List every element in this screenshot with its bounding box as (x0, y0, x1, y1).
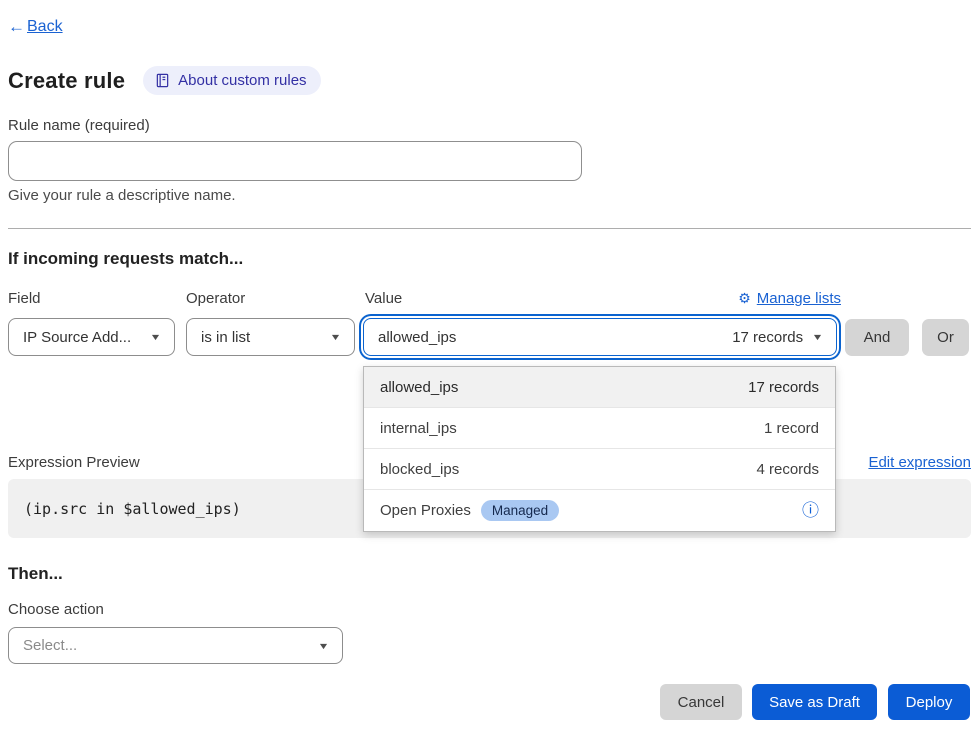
list-option-internal-ips[interactable]: internal_ips 1 record (364, 408, 835, 449)
title-row: Create rule About custom rules (8, 66, 321, 95)
operator-select-value: is in list (201, 329, 250, 346)
value-label: Value (365, 290, 402, 307)
rule-name-helper: Give your rule a descriptive name. (8, 187, 236, 204)
or-button[interactable]: Or (922, 319, 969, 356)
back-link-label: Back (27, 18, 63, 36)
action-select[interactable]: Select... ▼ (8, 627, 343, 664)
create-rule-page: ←Back Create rule About custom rules Rul… (0, 0, 979, 739)
then-section-heading: Then... (8, 564, 63, 584)
rule-name-label: Rule name (required) (8, 117, 150, 134)
chevron-down-icon: ▼ (318, 641, 330, 651)
section-divider (8, 228, 971, 229)
save-as-draft-button[interactable]: Save as Draft (752, 684, 877, 720)
list-option-open-proxies[interactable]: Open Proxies Managed ⓘ (364, 490, 835, 531)
deploy-button[interactable]: Deploy (888, 684, 970, 720)
field-select-value: IP Source Add... (23, 329, 131, 346)
value-select-meta: 17 records (732, 329, 803, 346)
list-option-meta: 1 record (764, 420, 819, 437)
list-option-name: blocked_ips (380, 461, 459, 478)
list-option-blocked-ips[interactable]: blocked_ips 4 records (364, 449, 835, 490)
field-select[interactable]: IP Source Add... ▼ (8, 318, 175, 356)
manage-lists-label: Manage lists (757, 290, 841, 307)
chevron-down-icon: ▼ (812, 332, 824, 342)
expression-preview-label: Expression Preview (8, 454, 140, 471)
list-option-name: allowed_ips (380, 379, 458, 396)
choose-action-label: Choose action (8, 601, 104, 618)
list-option-name: Open Proxies (380, 502, 471, 519)
gear-icon: ⚙ (738, 290, 751, 307)
operator-select[interactable]: is in list ▼ (186, 318, 355, 356)
chevron-down-icon: ▼ (150, 332, 162, 342)
and-button[interactable]: And (845, 319, 909, 356)
edit-expression-link[interactable]: Edit expression (868, 454, 971, 471)
about-custom-rules-link[interactable]: About custom rules (143, 66, 320, 95)
list-option-allowed-ips[interactable]: allowed_ips 17 records (364, 367, 835, 408)
list-option-meta: 17 records (748, 379, 819, 396)
action-select-placeholder: Select... (23, 637, 77, 654)
about-badge-label: About custom rules (178, 72, 306, 89)
back-arrow-icon: ← (8, 17, 25, 37)
manage-lists-link[interactable]: ⚙ Manage lists (738, 290, 841, 307)
field-label: Field (8, 290, 41, 307)
list-option-meta: 4 records (756, 461, 819, 478)
value-select-name: allowed_ips (378, 329, 456, 346)
book-icon (155, 73, 170, 88)
expression-code: (ip.src in $allowed_ips) (24, 500, 241, 518)
info-icon[interactable]: ⓘ (802, 502, 819, 519)
match-section-heading: If incoming requests match... (8, 249, 243, 269)
cancel-button[interactable]: Cancel (660, 684, 742, 720)
chevron-down-icon: ▼ (330, 332, 342, 342)
back-link[interactable]: ←Back (8, 17, 63, 37)
list-option-name: internal_ips (380, 420, 457, 437)
operator-label: Operator (186, 290, 245, 307)
page-title: Create rule (8, 68, 125, 94)
managed-badge: Managed (481, 500, 559, 521)
value-select[interactable]: allowed_ips 17 records ▼ (363, 318, 837, 356)
rule-name-input[interactable] (8, 141, 582, 181)
list-dropdown-panel: allowed_ips 17 records internal_ips 1 re… (363, 366, 836, 532)
